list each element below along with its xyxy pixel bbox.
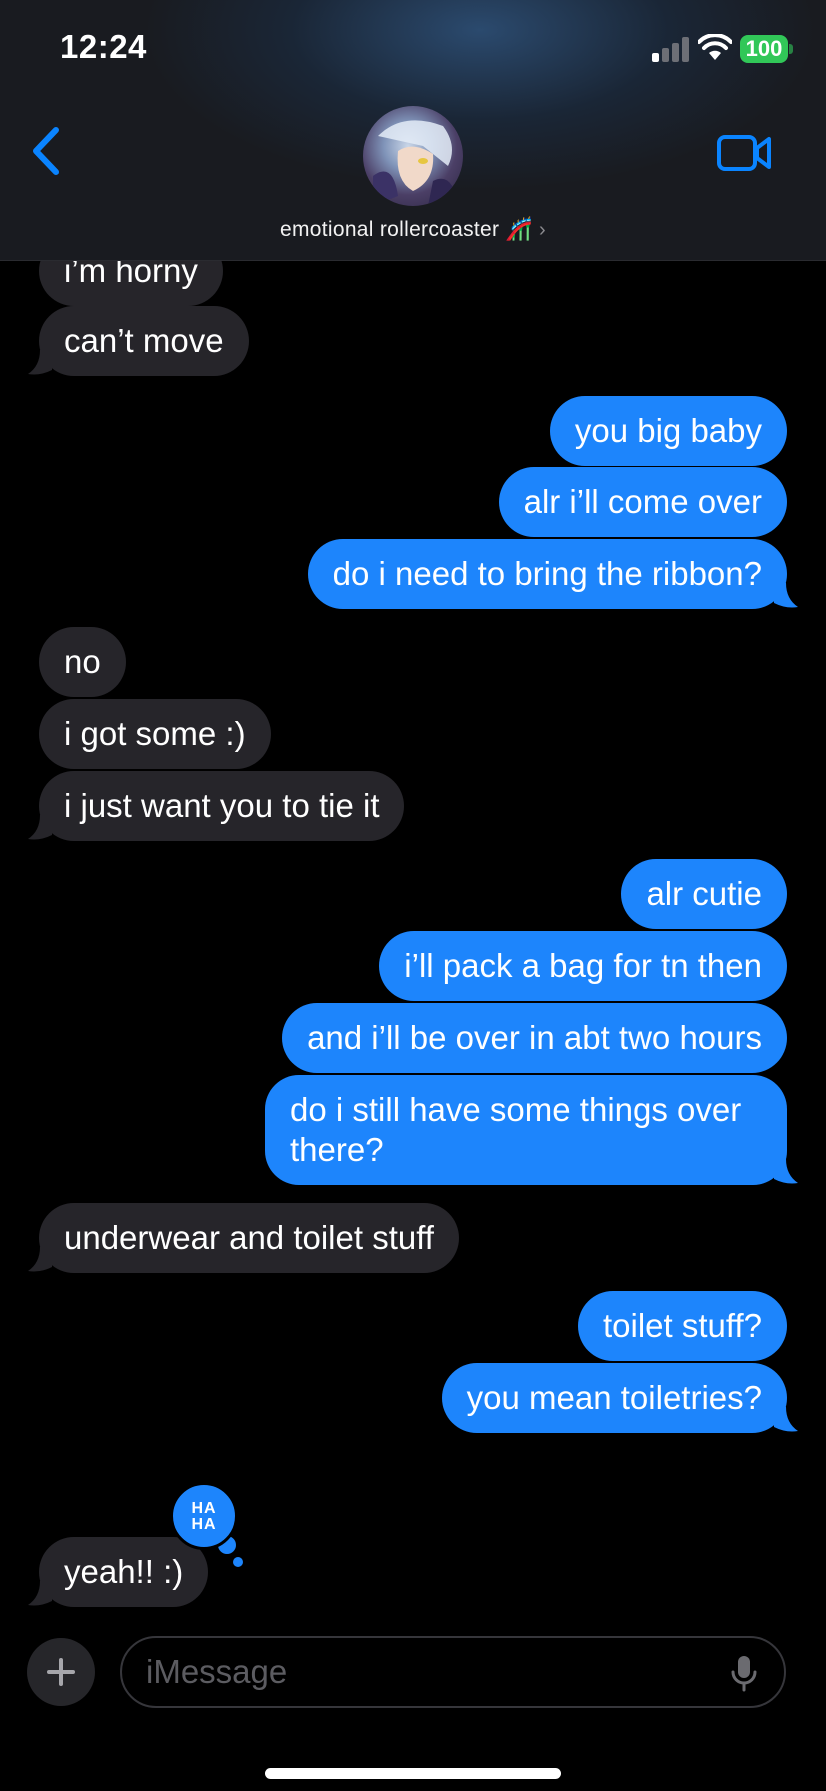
wifi-icon — [698, 34, 732, 60]
home-indicator[interactable] — [265, 1768, 561, 1779]
bubble-tail — [774, 1159, 798, 1184]
contact-name: emotional rollercoaster — [279, 218, 500, 241]
message-received[interactable]: yeah!! :) — [39, 1537, 209, 1607]
message-received[interactable]: underwear and toilet stuff — [39, 1203, 459, 1273]
tapback-label: HA — [191, 1516, 217, 1533]
conversation-header: 12:24 100 emotional rollercoaster 🎢 › — [0, 0, 826, 261]
message-sent[interactable]: i’ll pack a bag for tn then — [379, 931, 787, 1001]
message-received[interactable]: i just want you to tie it — [39, 771, 405, 841]
bubble-tail — [28, 1247, 52, 1272]
bubble-tail — [28, 815, 52, 840]
imessage-input[interactable] — [120, 1636, 786, 1708]
contact-name-row[interactable]: emotional rollercoaster 🎢 › — [0, 216, 826, 242]
bubble-tail — [28, 350, 52, 375]
battery-nub — [789, 44, 793, 54]
microphone-icon[interactable] — [728, 1654, 760, 1694]
haha-tapback-icon[interactable]: HA HA — [170, 1482, 238, 1550]
cellular-signal-icon — [652, 36, 692, 62]
message-sent[interactable]: you big baby — [549, 396, 787, 466]
message-sent[interactable]: alr cutie — [621, 859, 787, 929]
bubble-tail — [774, 1407, 798, 1432]
message-sent[interactable]: alr i’ll come over — [498, 467, 787, 537]
message-received[interactable]: i got some :) — [39, 699, 271, 769]
apps-plus-button[interactable] — [27, 1638, 95, 1706]
bubble-tail — [774, 583, 798, 608]
back-chevron-icon[interactable] — [28, 126, 64, 176]
battery-indicator: 100 — [740, 35, 788, 63]
tapback-bubble-dot — [233, 1557, 243, 1567]
message-received[interactable]: no — [39, 627, 126, 697]
avatar-portrait-icon — [373, 120, 458, 206]
message-sent[interactable]: toilet stuff? — [578, 1291, 787, 1361]
chevron-right-icon: › — [539, 219, 546, 241]
message-composer — [0, 1620, 826, 1791]
status-time: 12:24 — [60, 28, 147, 65]
message-sent[interactable]: you mean toiletries? — [441, 1363, 787, 1433]
message-sent[interactable]: and i’ll be over in abt two hours — [282, 1003, 787, 1073]
message-sent[interactable]: do i need to bring the ribbon? — [307, 539, 787, 609]
message-sent[interactable]: do i still have some things over there? — [265, 1075, 787, 1185]
contact-avatar[interactable] — [363, 106, 463, 206]
tapback-label: HA — [191, 1500, 217, 1517]
message-received[interactable]: can’t move — [39, 306, 249, 376]
bubble-tail — [28, 1581, 52, 1606]
facetime-video-icon[interactable] — [716, 134, 772, 172]
rollercoaster-emoji-icon: 🎢 — [505, 216, 534, 241]
